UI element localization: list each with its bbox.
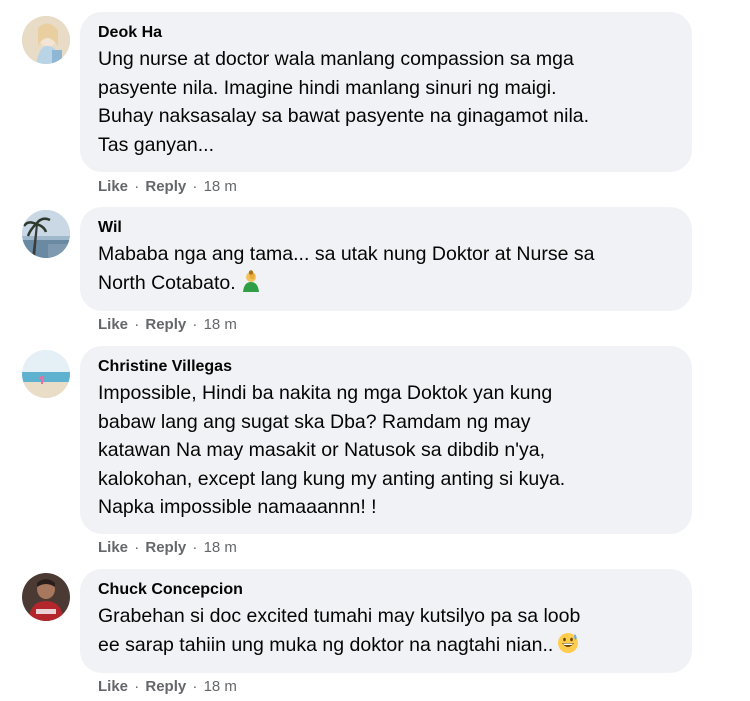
separator-dot: · [134, 316, 140, 333]
separator-dot: · [192, 678, 198, 695]
avatar-christine-villegas-image [22, 350, 70, 398]
comment-timestamp[interactable]: 18 m [204, 539, 237, 556]
reply-button[interactable]: Reply [145, 678, 186, 695]
comment-line: Grabehan si doc excited tumahi may kutsi… [98, 605, 581, 627]
comment-line: Mababa nga ang tama... sa utak nung Dokt… [98, 243, 595, 265]
avatar-chuck-concepcion-image [22, 573, 70, 621]
separator-dot: · [192, 539, 198, 556]
avatar[interactable] [22, 210, 70, 258]
comment-line: Impossible, Hindi ba nakita ng mga Dokto… [98, 382, 553, 404]
comment-line: ee sarap tahiin ung muka ng doktor na na… [98, 633, 554, 656]
comment-bubble: Chuck Concepcion Grabehan si doc excited… [80, 569, 692, 673]
comment-line: Buhay naksasalay sa bawat pasyente na gi… [98, 105, 590, 127]
avatar[interactable] [22, 573, 70, 621]
comment-bubble: Deok Ha Ung nurse at doctor wala manlang… [80, 12, 692, 172]
comment-line: North Cotabato. [98, 271, 236, 294]
comment-author[interactable]: Chuck Concepcion [98, 579, 674, 601]
comment-line: Ung nurse at doctor wala manlang compass… [98, 48, 574, 70]
comment-actions: Like · Reply · 18 m [98, 539, 237, 557]
reply-button[interactable]: Reply [145, 539, 186, 556]
separator-dot: · [134, 539, 140, 556]
comment-list: Deok Ha Ung nurse at doctor wala manlang… [0, 0, 750, 701]
separator-dot: · [134, 678, 140, 695]
comment-text: Grabehan si doc excited tumahi may kutsi… [98, 602, 674, 662]
comment-text: Ung nurse at doctor wala manlang compass… [98, 45, 674, 159]
comment-bubble: Christine Villegas Impossible, Hindi ba … [80, 346, 692, 534]
separator-dot: · [192, 178, 198, 195]
like-button[interactable]: Like [98, 178, 128, 195]
avatar-wil-image [22, 210, 70, 258]
like-button[interactable]: Like [98, 316, 128, 333]
comment-bubble: Wil Mababa nga ang tama... sa utak nung … [80, 207, 692, 311]
avatar[interactable] [22, 16, 70, 64]
avatar[interactable] [22, 350, 70, 398]
separator-dot: · [134, 178, 140, 195]
separator-dot: · [192, 316, 198, 333]
comment-line: pasyente nila. Imagine hindi manlang sin… [98, 76, 557, 99]
comment-line: Tas ganyan... [98, 133, 214, 156]
like-button[interactable]: Like [98, 539, 128, 556]
grinning-sweat-emoji [557, 632, 579, 663]
comment-actions: Like · Reply · 18 m [98, 178, 237, 196]
avatar-deok-ha-image [22, 16, 70, 64]
comment-line: Napka impossible namaaannn! ! [98, 496, 377, 518]
comment-author[interactable]: Deok Ha [98, 22, 674, 44]
comment-line: kalokohan, except lang kung my anting an… [98, 467, 566, 490]
comment-actions: Like · Reply · 18 m [98, 316, 237, 334]
comment-actions: Like · Reply · 18 m [98, 678, 237, 696]
comment-author[interactable]: Wil [98, 217, 674, 239]
comment-text: Impossible, Hindi ba nakita ng mga Dokto… [98, 379, 674, 522]
comment-line: katawan Na may masakit or Natusok sa dib… [98, 439, 546, 461]
comment-timestamp[interactable]: 18 m [204, 678, 237, 695]
comment-author[interactable]: Christine Villegas [98, 356, 674, 378]
comment-text: Mababa nga ang tama... sa utak nung Dokt… [98, 240, 674, 300]
comment-line: babaw lang ang sugat ska Dba? Ramdam ng … [98, 410, 531, 433]
comment-timestamp[interactable]: 18 m [204, 316, 237, 333]
reply-button[interactable]: Reply [145, 178, 186, 195]
reply-button[interactable]: Reply [145, 316, 186, 333]
person-facepalming-emoji [240, 269, 262, 301]
like-button[interactable]: Like [98, 678, 128, 695]
comment-timestamp[interactable]: 18 m [204, 178, 237, 195]
